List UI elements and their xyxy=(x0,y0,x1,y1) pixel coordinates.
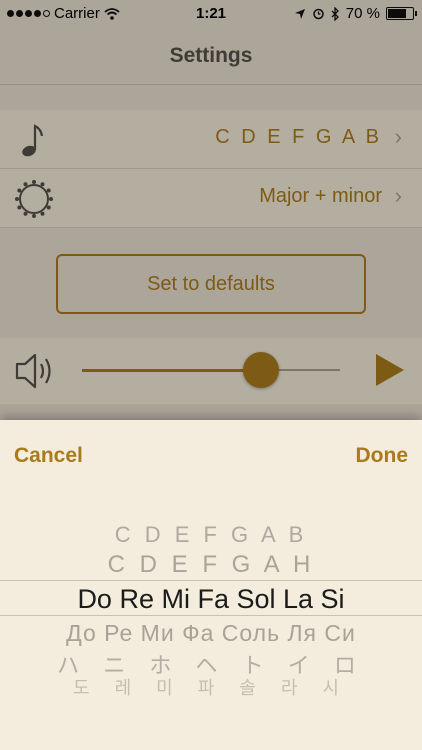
set-defaults-button[interactable]: Set to defaults xyxy=(56,254,366,314)
chevron-right-icon: › xyxy=(394,183,402,208)
scale-row[interactable]: Major + minor › xyxy=(0,169,422,228)
bluetooth-icon xyxy=(331,6,339,21)
play-icon[interactable] xyxy=(374,352,406,388)
picker-option[interactable]: 도 레 미 파 솔 라 시 xyxy=(0,674,422,700)
selection-divider-bottom xyxy=(0,615,422,616)
status-right: 70 % xyxy=(294,5,417,22)
battery-percent: 70 % xyxy=(345,5,380,22)
settings-screen: Carrier 1:21 70 % Settings C D E F G A B… xyxy=(0,0,422,420)
notation-row[interactable]: C D E F G A B › xyxy=(0,110,422,169)
cancel-button[interactable]: Cancel xyxy=(14,444,83,468)
chevron-right-icon: › xyxy=(394,124,402,149)
volume-slider-thumb[interactable] xyxy=(243,352,279,388)
picker-option[interactable]: C D E F G A H xyxy=(0,551,422,579)
picker-option-selected[interactable]: Do Re Mi Fa Sol La Si xyxy=(0,584,422,615)
status-bar: Carrier 1:21 70 % xyxy=(0,0,422,28)
notation-picker-sheet: Cancel Done C D E F G A B C D E F G A H … xyxy=(0,420,422,750)
selection-divider-top xyxy=(0,580,422,581)
scale-value: Major + minor xyxy=(259,185,382,207)
circle-of-fifths-icon xyxy=(15,180,53,218)
music-note-icon xyxy=(22,124,44,157)
page-title: Settings xyxy=(169,44,253,67)
location-arrow-icon xyxy=(294,8,305,19)
notation-picker-wheel[interactable]: C D E F G A B C D E F G A H Do Re Mi Fa … xyxy=(0,500,422,750)
volume-slider-fill xyxy=(82,369,262,372)
done-button[interactable]: Done xyxy=(356,444,409,468)
battery-icon xyxy=(386,7,417,20)
speaker-icon[interactable] xyxy=(14,350,58,392)
navigation-bar: Settings xyxy=(0,28,422,85)
alarm-icon xyxy=(313,8,324,20)
notation-value: C D E F G A B xyxy=(215,126,382,148)
picker-option[interactable]: До Ре Ми Фа Соль Ля Си xyxy=(0,620,422,647)
player-bar xyxy=(0,338,422,404)
picker-option[interactable]: C D E F G A B xyxy=(0,522,422,548)
